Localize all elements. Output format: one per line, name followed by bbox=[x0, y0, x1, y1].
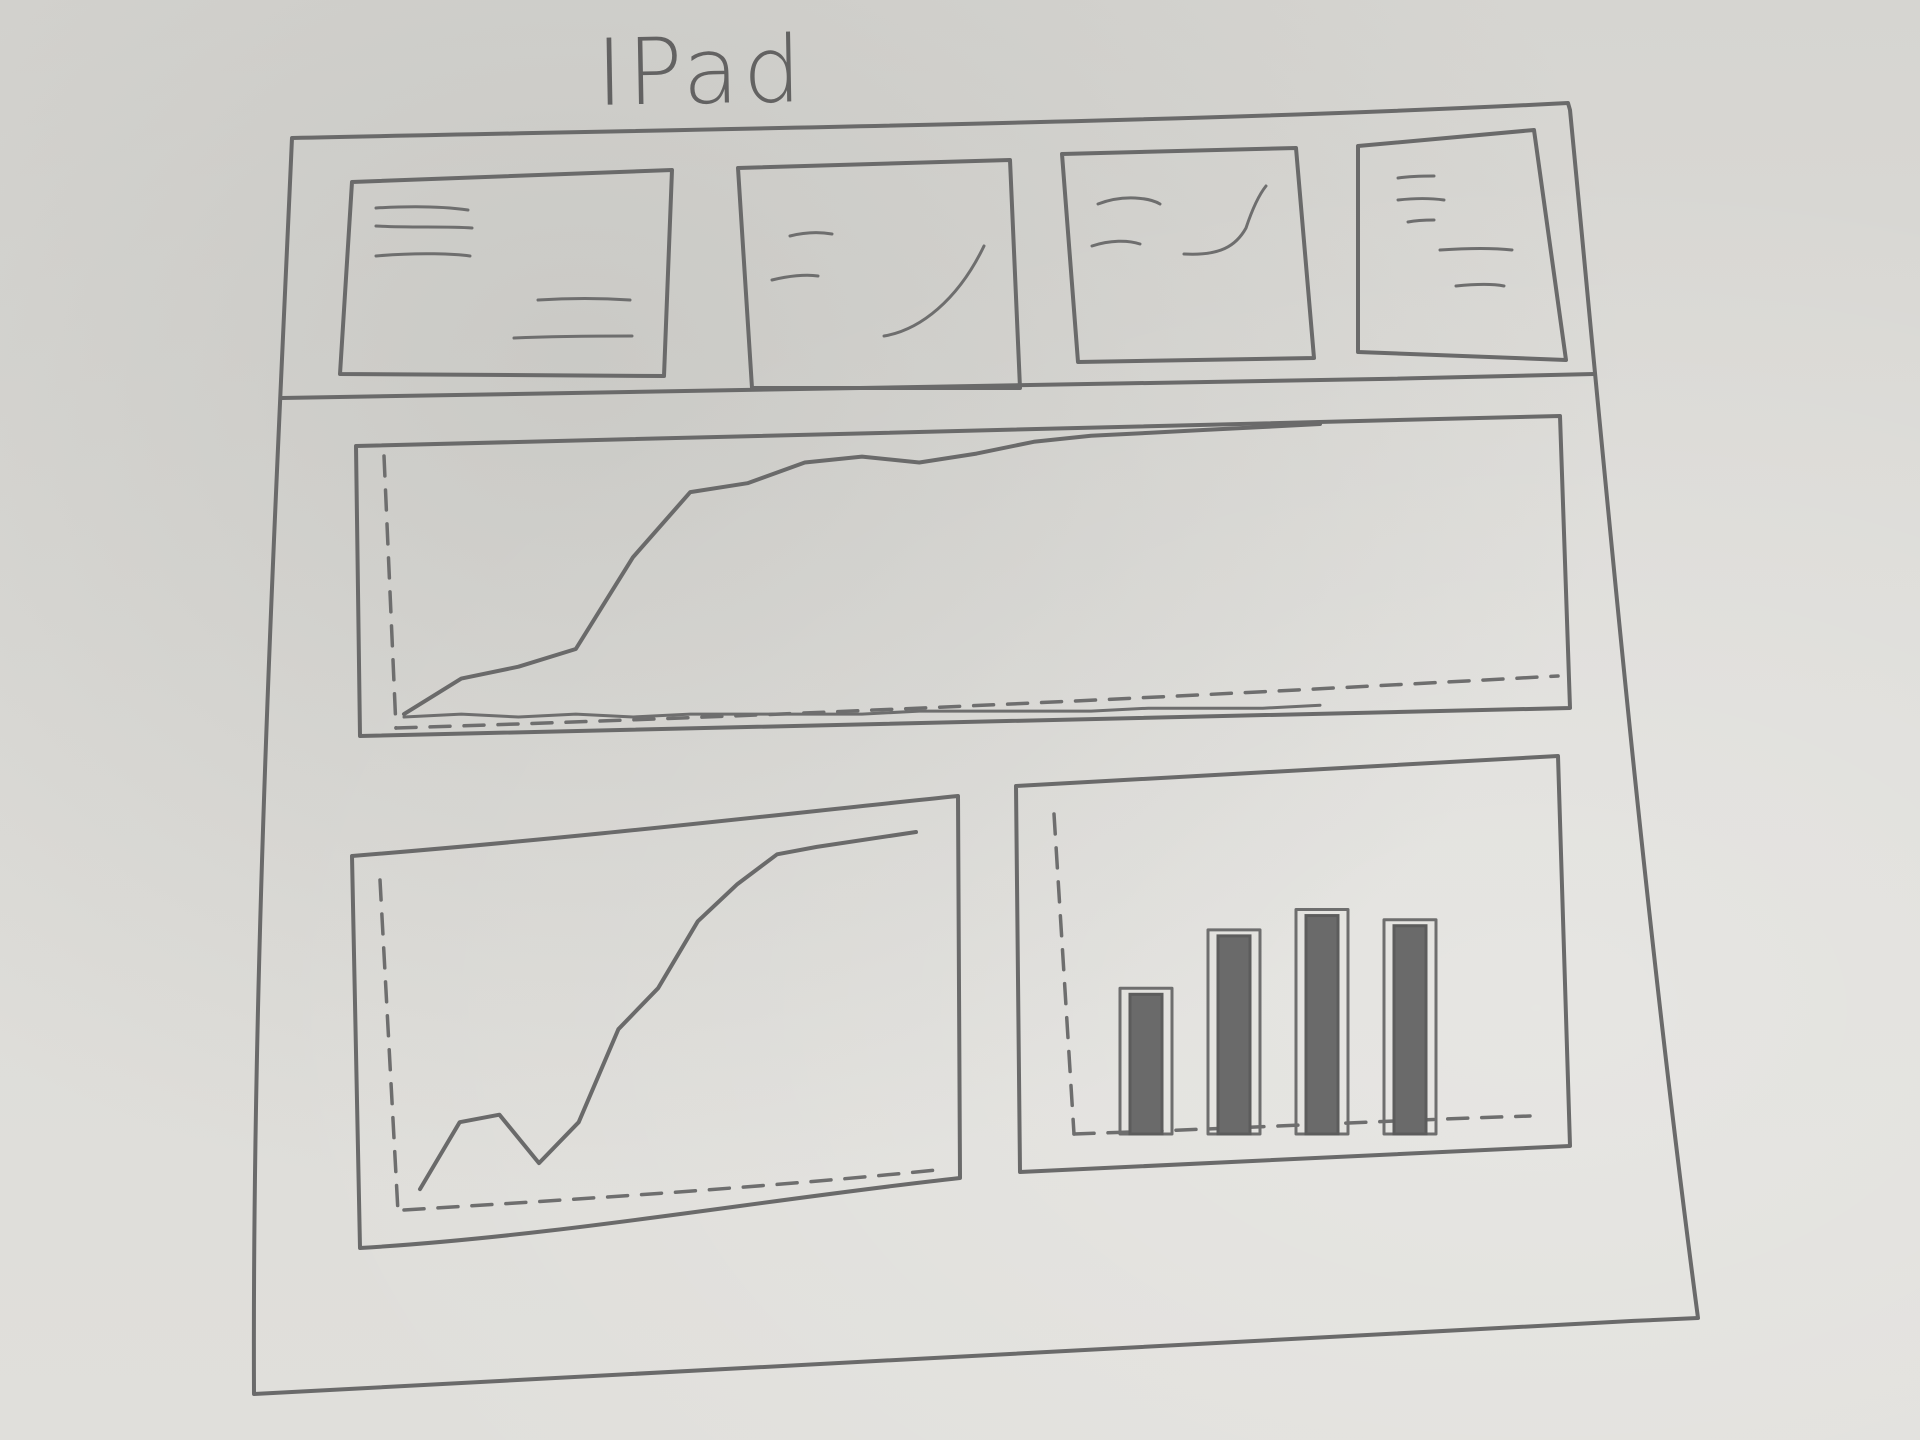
bar-3 bbox=[1304, 914, 1340, 1136]
text-lines-icon bbox=[374, 205, 634, 340]
bar-chart[interactable] bbox=[1014, 754, 1572, 1174]
kpi-card-1-frame bbox=[338, 168, 674, 378]
bar-chart-y-axis bbox=[1052, 812, 1076, 1136]
area-chart-frame bbox=[350, 794, 962, 1250]
kpi-card-1[interactable] bbox=[338, 168, 674, 378]
bar-4 bbox=[1392, 924, 1428, 1136]
bar-chart-frame bbox=[1014, 754, 1572, 1174]
kpi-card-2-frame bbox=[736, 158, 1022, 390]
area-line-chart[interactable] bbox=[350, 794, 962, 1250]
kpi-card-3[interactable] bbox=[1060, 146, 1316, 364]
main-chart-series-1 bbox=[402, 422, 1322, 717]
sparkline-icon bbox=[1090, 184, 1268, 256]
kpi-card-4[interactable] bbox=[1356, 128, 1568, 362]
sparkline-icon bbox=[770, 231, 986, 338]
kpi-card-4-frame bbox=[1356, 128, 1568, 362]
area-chart-series-1 bbox=[418, 830, 918, 1192]
bar-1 bbox=[1128, 992, 1164, 1136]
main-chart-y-axis bbox=[382, 454, 398, 730]
wireframe-sketch bbox=[251, 101, 1700, 1396]
area-chart-y-axis bbox=[378, 878, 400, 1214]
kpi-card-2[interactable] bbox=[736, 158, 1022, 390]
bar-2 bbox=[1216, 934, 1252, 1136]
main-chart-frame bbox=[354, 414, 1572, 738]
main-line-chart[interactable] bbox=[354, 414, 1572, 738]
text-lines-icon bbox=[1396, 174, 1514, 288]
device-frame bbox=[251, 101, 1700, 1396]
